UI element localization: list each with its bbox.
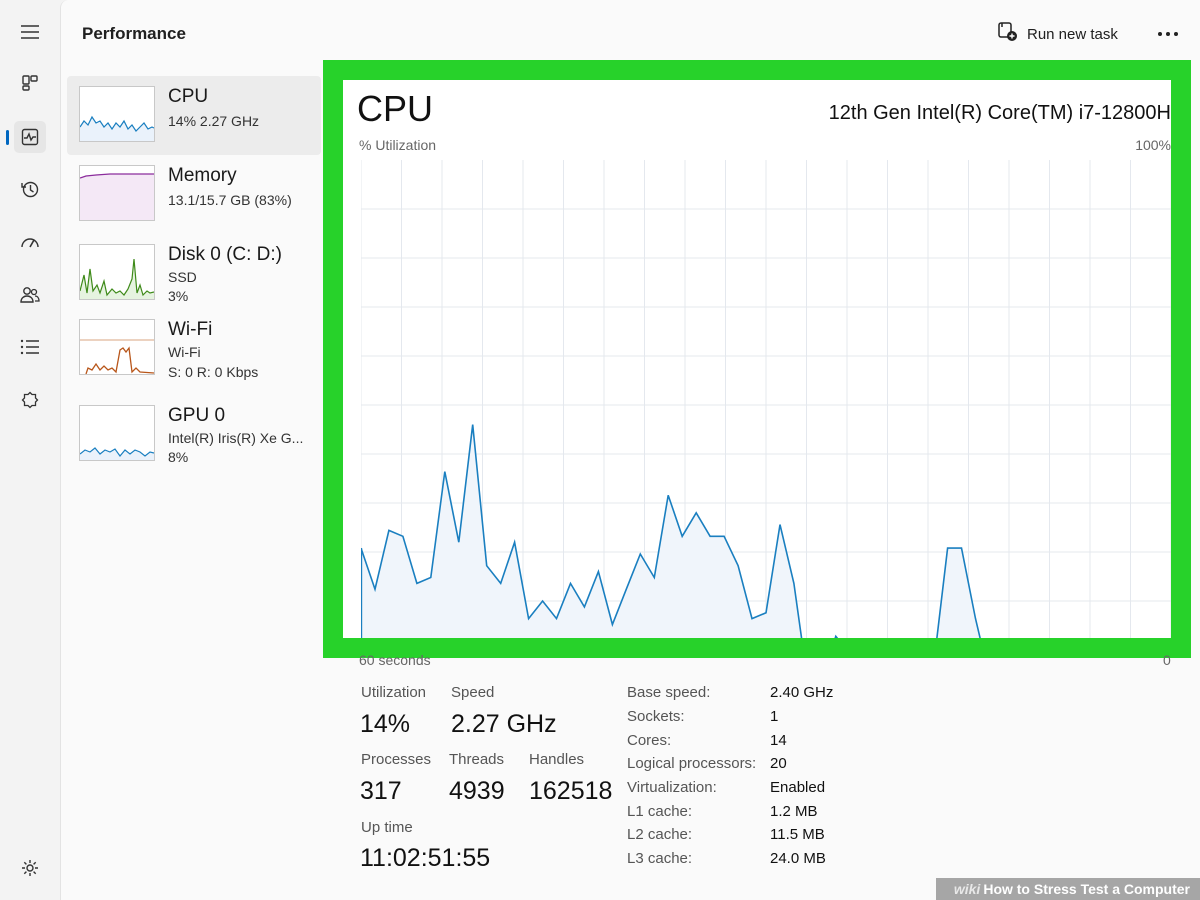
spec-value: 1.2 MB xyxy=(770,803,818,820)
highlight-frame: CPU 12th Gen Intel(R) Core(TM) i7-12800H… xyxy=(323,60,1191,658)
threads-label: Threads xyxy=(449,751,505,768)
resource-item-wifi[interactable]: Wi-Fi Wi-Fi S: 0 R: 0 Kbps xyxy=(67,313,321,399)
speed-label: Speed xyxy=(451,684,495,701)
time-axis-end-label: 0 xyxy=(1163,652,1171,668)
threads-value: 4939 xyxy=(449,777,505,805)
resource-detail: 8% xyxy=(168,449,189,465)
spec-label: L2 cache: xyxy=(627,826,693,843)
handles-label: Handles xyxy=(529,751,585,768)
cpu-heading: CPU xyxy=(357,88,434,129)
run-new-task-button[interactable]: Run new task xyxy=(997,20,1118,48)
gpu-thumbnail-graph xyxy=(79,405,155,461)
nav-rail xyxy=(0,0,60,900)
more-options-icon[interactable] xyxy=(1153,22,1183,46)
processes-label: Processes xyxy=(361,751,432,768)
handles-value: 162518 xyxy=(529,777,613,805)
main-panel: Performance Run new task CPU 14% 2.27 GH… xyxy=(60,0,1200,900)
cpu-graph-panel: CPU 12th Gen Intel(R) Core(TM) i7-12800H… xyxy=(343,80,1171,638)
resource-name: Memory xyxy=(168,165,237,186)
processes-value: 317 xyxy=(360,777,402,805)
spec-label: Sockets: xyxy=(627,708,685,725)
users-icon[interactable] xyxy=(14,279,46,311)
spec-value: 1 xyxy=(770,708,779,725)
run-new-task-label: Run new task xyxy=(1027,25,1118,43)
resource-item-memory[interactable]: Memory 13.1/15.7 GB (83%) xyxy=(67,155,321,234)
performance-icon[interactable] xyxy=(6,121,46,153)
speed-value: 2.27 GHz xyxy=(451,710,557,738)
cpu-model: 12th Gen Intel(R) Core(TM) i7-12800H xyxy=(828,102,1171,124)
resource-list: CPU 14% 2.27 GHz Memory 13.1/15.7 GB (83… xyxy=(67,76,321,478)
resource-detail: SSD xyxy=(168,269,197,285)
uptime-value: 11:02:51:55 xyxy=(360,844,491,872)
resource-detail: S: 0 R: 0 Kbps xyxy=(168,364,259,380)
resource-name: Wi-Fi xyxy=(168,319,213,340)
app-history-icon[interactable] xyxy=(14,173,46,205)
spec-value: 14 xyxy=(770,732,787,749)
resource-item-cpu[interactable]: CPU 14% 2.27 GHz xyxy=(67,76,321,155)
cpu-utilization-chart xyxy=(361,160,1171,638)
utilization-label: Utilization xyxy=(361,684,427,701)
run-task-icon xyxy=(997,21,1019,47)
memory-thumbnail-graph xyxy=(79,165,155,221)
watermark-brand: wiki xyxy=(953,881,981,897)
time-axis-start-label: 60 seconds xyxy=(359,652,431,668)
page-title: Performance xyxy=(82,24,186,43)
spec-label: Cores: xyxy=(627,732,672,749)
hamburger-menu-icon[interactable] xyxy=(14,16,46,48)
services-icon[interactable] xyxy=(14,384,46,416)
resource-detail: Wi-Fi xyxy=(168,344,201,360)
spec-value: 20 xyxy=(770,755,787,772)
processes-icon[interactable] xyxy=(14,67,46,99)
spec-label: Base speed: xyxy=(627,684,711,701)
spec-label: Logical processors: xyxy=(627,755,757,772)
watermark-text: How to Stress Test a Computer xyxy=(983,881,1190,897)
resource-name: CPU xyxy=(168,86,209,107)
spec-value: 11.5 MB xyxy=(770,826,825,843)
wifi-thumbnail-graph xyxy=(79,319,155,375)
uptime-label: Up time xyxy=(361,819,413,836)
wikihow-watermark: wiki How to Stress Test a Computer xyxy=(935,878,1200,900)
settings-gear-icon[interactable] xyxy=(14,852,46,884)
resource-item-gpu[interactable]: GPU 0 Intel(R) Iris(R) Xe G... 8% xyxy=(67,399,321,478)
resource-detail: 13.1/15.7 GB (83%) xyxy=(168,192,292,208)
startup-apps-icon[interactable] xyxy=(14,226,46,258)
utilization-axis-label: % Utilization xyxy=(359,137,437,153)
spec-value: 24.0 MB xyxy=(770,850,826,867)
spec-label: L3 cache: xyxy=(627,850,693,867)
disk-thumbnail-graph xyxy=(79,244,155,300)
resource-detail: 3% xyxy=(168,288,189,304)
utilization-max-label: 100% xyxy=(1135,137,1171,153)
details-icon[interactable] xyxy=(14,331,46,363)
cpu-thumbnail-graph xyxy=(79,86,155,142)
spec-label: L1 cache: xyxy=(627,803,693,820)
resource-detail: Intel(R) Iris(R) Xe G... xyxy=(168,430,304,446)
resource-detail: 14% 2.27 GHz xyxy=(168,113,260,129)
resource-name: GPU 0 xyxy=(168,405,226,426)
page-header: Performance Run new task xyxy=(61,0,1200,66)
resource-name: Disk 0 (C: D:) xyxy=(168,244,282,265)
spec-label: Virtualization: xyxy=(627,779,717,796)
resource-item-disk[interactable]: Disk 0 (C: D:) SSD 3% xyxy=(67,234,321,313)
spec-value: Enabled xyxy=(770,779,826,796)
spec-value: 2.40 GHz xyxy=(770,684,834,701)
utilization-value: 14% xyxy=(360,710,411,738)
